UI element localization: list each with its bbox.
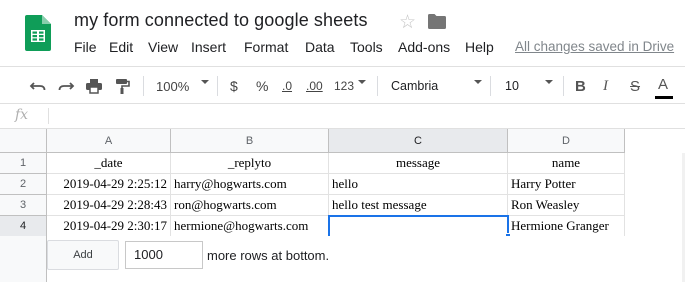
cell-c1[interactable]: message [329, 153, 508, 174]
row-header-4[interactable]: 4 [0, 216, 47, 237]
menu-insert[interactable]: Insert [191, 39, 226, 55]
menu-file[interactable]: File [74, 39, 97, 55]
column-header-b[interactable]: B [171, 129, 329, 153]
chevron-down-icon[interactable] [545, 80, 553, 84]
menu-help[interactable]: Help [465, 39, 494, 55]
cell-b4[interactable]: hermione@hogwarts.com [171, 216, 329, 237]
cell-a2[interactable]: 2019-04-29 2:25:12 [47, 174, 171, 195]
font-size-select[interactable]: 10 [505, 76, 519, 96]
menu-format[interactable]: Format [244, 39, 288, 55]
formula-bar: fx [0, 104, 685, 129]
print-icon[interactable] [85, 76, 103, 96]
toolbar-divider [563, 76, 564, 96]
column-header-d[interactable]: D [508, 129, 625, 153]
cell-b1[interactable]: _replyto [171, 153, 329, 174]
cell-c2[interactable]: hello [329, 174, 508, 195]
add-rows-panel: Add 1000 more rows at bottom. [47, 236, 625, 282]
chevron-down-icon[interactable] [201, 80, 209, 84]
sheet-grid: A B C D 1 2 3 4 _date _replyto message n… [0, 129, 685, 282]
strikethrough-button[interactable]: S [630, 76, 640, 96]
menu-add-ons[interactable]: Add-ons [398, 39, 450, 55]
save-status-link[interactable]: All changes saved in Drive [515, 39, 674, 54]
cell-d4[interactable]: Hermione Granger [508, 216, 625, 237]
cell-a4[interactable]: 2019-04-29 2:30:17 [47, 216, 171, 237]
paint-format-icon[interactable] [113, 76, 131, 96]
decrease-decimals-button[interactable]: .0 [282, 76, 292, 96]
select-all-corner[interactable] [0, 129, 47, 153]
font-select[interactable]: Cambria [391, 76, 438, 96]
grid-blank-area [625, 153, 685, 282]
toolbar-divider [377, 76, 378, 96]
menu-tools[interactable]: Tools [350, 39, 383, 55]
sheets-logo-icon[interactable] [25, 15, 51, 51]
cell-a1[interactable]: _date [47, 153, 171, 174]
cell-a3[interactable]: 2019-04-29 2:28:43 [47, 195, 171, 216]
toolbar-divider [143, 76, 144, 96]
toolbar-divider [217, 76, 218, 96]
document-title[interactable]: my form connected to google sheets [74, 10, 368, 31]
increase-decimals-button[interactable]: .00 [306, 76, 323, 96]
bold-button[interactable]: B [575, 76, 586, 96]
row-header-1[interactable]: 1 [0, 153, 47, 174]
italic-button[interactable]: I [603, 76, 608, 96]
percent-format-button[interactable]: % [256, 76, 268, 96]
currency-format-button[interactable]: $ [230, 76, 238, 96]
cell-b2[interactable]: harry@hogwarts.com [171, 174, 329, 195]
menu-data[interactable]: Data [305, 39, 335, 55]
add-rows-label: more rows at bottom. [207, 248, 330, 263]
text-color-button[interactable]: A [658, 76, 668, 96]
chevron-down-icon[interactable] [474, 80, 482, 84]
toolbar-divider [490, 76, 491, 96]
add-rows-button[interactable]: Add [47, 240, 119, 270]
zoom-select[interactable]: 100% [156, 76, 189, 96]
row-header-2[interactable]: 2 [0, 174, 47, 195]
undo-icon[interactable] [29, 76, 47, 96]
toolbar: 100% $ % .0 .00 123 Cambria 10 B I S A [0, 66, 685, 104]
star-icon[interactable]: ☆ [399, 11, 416, 34]
cell-c4[interactable] [329, 216, 508, 237]
fx-icon: fx [15, 107, 29, 123]
column-header-c[interactable]: C [329, 129, 508, 153]
menu-view[interactable]: View [148, 39, 178, 55]
formula-input[interactable] [56, 107, 676, 125]
folder-icon[interactable] [428, 14, 446, 29]
cell-c3[interactable]: hello test message [329, 195, 508, 216]
formula-divider [48, 108, 49, 124]
cell-d2[interactable]: Harry Potter [508, 174, 625, 195]
chevron-down-icon[interactable] [358, 80, 366, 84]
title-bar: my form connected to google sheets ☆ Fil… [0, 0, 685, 66]
column-header-a[interactable]: A [47, 129, 171, 153]
row-header-3[interactable]: 3 [0, 195, 47, 216]
redo-icon[interactable] [57, 76, 75, 96]
text-color-letter: A [658, 76, 669, 93]
more-formats-button[interactable]: 123 [334, 76, 354, 96]
text-color-swatch [655, 96, 673, 99]
row-gutter [0, 236, 47, 282]
menu-edit[interactable]: Edit [109, 39, 133, 55]
rows-count-input[interactable]: 1000 [125, 241, 203, 269]
cell-d3[interactable]: Ron Weasley [508, 195, 625, 216]
cell-d1[interactable]: name [508, 153, 625, 174]
cell-b3[interactable]: ron@hogwarts.com [171, 195, 329, 216]
